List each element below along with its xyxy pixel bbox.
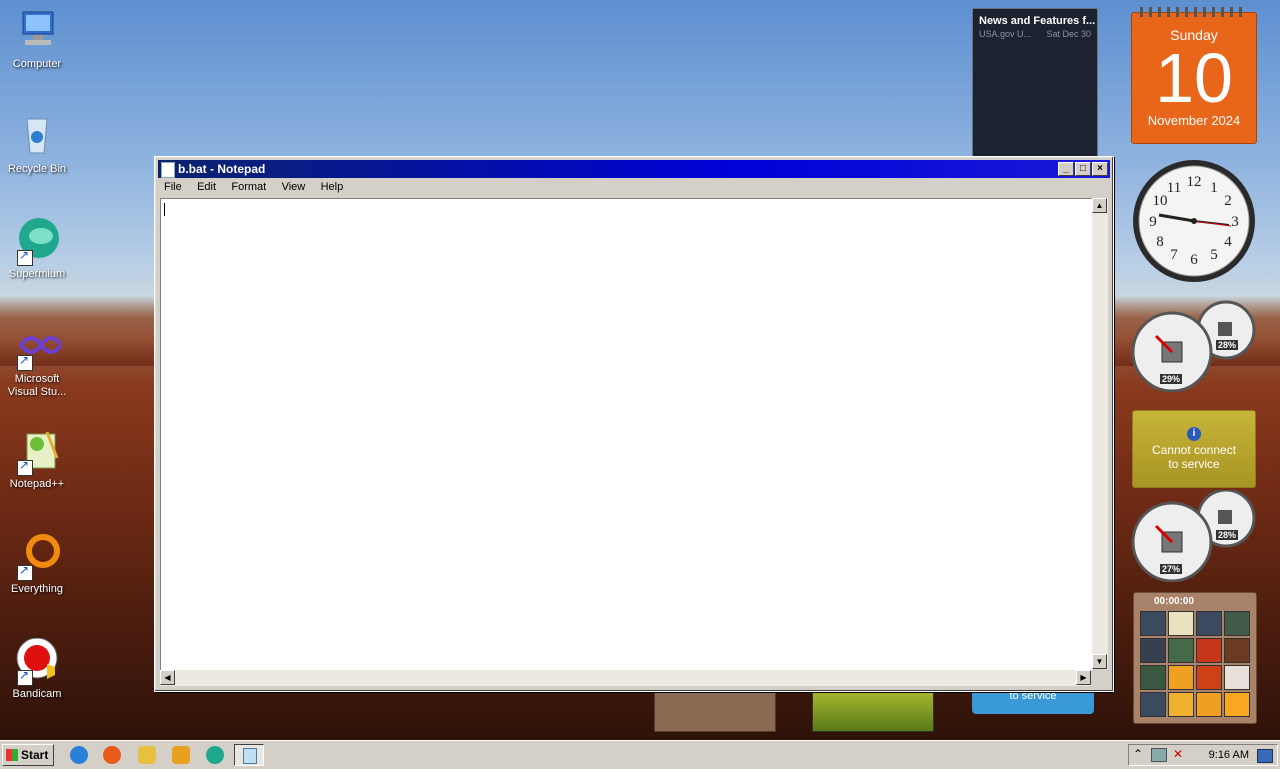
desktop-icon-visual-studio[interactable]: Microsoft Visual Stu...: [0, 323, 74, 399]
shortcut-arrow-icon: [17, 459, 33, 476]
taskbar: Start ⌃ ✕ 9:16 AM: [0, 740, 1280, 769]
desktop-icon-computer[interactable]: Computer: [0, 8, 74, 71]
network-icon[interactable]: [1151, 748, 1167, 762]
notepadpp-icon: [13, 428, 61, 476]
puzzle-timer: 00:00:00: [1154, 596, 1195, 607]
weather-status: Cannot connect to service: [1151, 443, 1237, 471]
scroll-up-button[interactable]: ▲: [1092, 198, 1107, 213]
text-caret: [164, 203, 165, 216]
notepad-window[interactable]: b.bat - Notepad _ □ × File Edit Format V…: [154, 156, 1114, 692]
svg-text:5: 5: [1210, 247, 1218, 263]
svg-text:12: 12: [1187, 174, 1202, 190]
svg-text:6: 6: [1190, 252, 1198, 268]
shortcut-arrow-icon: [17, 354, 33, 371]
notepad-icon: [243, 748, 257, 764]
calendar-date: 10: [1155, 39, 1233, 117]
minimize-button[interactable]: _: [1058, 162, 1074, 176]
windows-logo-icon: [6, 749, 18, 761]
bandicam-icon: [13, 637, 61, 686]
volume-muted-icon[interactable]: ✕: [1173, 747, 1183, 761]
horizontal-scrollbar[interactable]: ◀ ▶: [160, 670, 1091, 686]
chevron-up-icon[interactable]: ⌃: [1133, 747, 1143, 761]
maximize-button[interactable]: □: [1075, 162, 1091, 176]
supermium-taskbar-icon[interactable]: [206, 746, 224, 764]
vertical-scrollbar[interactable]: ▲ ▼: [1092, 198, 1108, 669]
svg-text:7: 7: [1170, 247, 1178, 263]
media-player-icon[interactable]: [172, 746, 190, 764]
shortcut-arrow-icon: [17, 564, 33, 581]
puzzle-gadget[interactable]: 00:00:00: [1133, 592, 1257, 724]
notepad-taskbar-button[interactable]: [234, 744, 264, 766]
menu-help[interactable]: Help: [315, 179, 350, 195]
menu-bar: File Edit Format View Help: [158, 179, 1110, 197]
svg-text:4: 4: [1224, 234, 1232, 250]
clock-face-icon: 12 12 345 678 91011: [1133, 160, 1255, 282]
clock-gadget[interactable]: 12 1 2 345 678 9 10 11: [1131, 158, 1257, 287]
shortcut-arrow-icon: [17, 669, 33, 686]
news-title[interactable]: News and Features f...: [973, 9, 1097, 27]
firefox-icon[interactable]: [103, 746, 121, 764]
calendar-gadget[interactable]: Sunday 10 November 2024: [1131, 7, 1257, 144]
start-button[interactable]: Start: [2, 744, 54, 766]
everything-icon: [13, 533, 61, 581]
resize-grip-icon[interactable]: [1092, 670, 1108, 686]
notepad-icon: [161, 162, 175, 178]
desktop: Computer Recycle Bin Supermium Microsoft…: [0, 0, 1280, 740]
weather-gadget[interactable]: i Cannot connect to service: [1132, 410, 1256, 488]
slideshow-gadget[interactable]: [654, 690, 776, 732]
visual-studio-icon: [13, 323, 64, 371]
menu-format[interactable]: Format: [225, 179, 272, 195]
cpu-percent: 27%: [1160, 564, 1183, 574]
title-bar[interactable]: b.bat - Notepad _ □ ×: [158, 160, 1110, 178]
window-title: b.bat - Notepad: [178, 162, 266, 176]
svg-text:3: 3: [1231, 214, 1239, 230]
cpu-percent: 29%: [1160, 374, 1183, 384]
scroll-down-button[interactable]: ▼: [1092, 654, 1107, 669]
supermium-icon: [13, 218, 61, 266]
svg-text:10: 10: [1153, 193, 1168, 209]
scroll-right-button[interactable]: ▶: [1076, 670, 1091, 685]
calendar-rings: [1140, 7, 1248, 17]
clock-time[interactable]: 9:16 AM: [1209, 749, 1249, 761]
cpu-meter-gadget-2[interactable]: 27% 28%: [1130, 488, 1256, 585]
picture-gadget[interactable]: [812, 690, 934, 732]
internet-explorer-icon[interactable]: [70, 746, 88, 764]
desktop-icon-notepadpp[interactable]: Notepad++: [0, 428, 74, 491]
desktop-icon-bandicam[interactable]: Bandicam: [0, 637, 74, 701]
svg-text:1: 1: [1210, 180, 1218, 196]
svg-text:9: 9: [1149, 214, 1157, 230]
news-gadget[interactable]: News and Features f... USA.gov U... Sat …: [972, 8, 1098, 158]
calendar-month-year: November 2024: [1147, 113, 1241, 128]
mem-percent: 28%: [1216, 530, 1239, 540]
shortcut-arrow-icon: [17, 249, 33, 266]
show-desktop-icon[interactable]: [1257, 749, 1273, 763]
desktop-icon-everything[interactable]: Everything: [0, 533, 74, 596]
system-tray: ⌃ ✕ 9:16 AM: [1128, 744, 1278, 766]
recycle-bin-icon: [13, 113, 61, 161]
cpu-meter-gadget[interactable]: 29% 28%: [1130, 300, 1256, 395]
weather-gadget-2[interactable]: to service: [972, 690, 1094, 714]
computer-icon: [13, 8, 61, 56]
puzzle-grid[interactable]: [1140, 611, 1250, 717]
explorer-folder-icon[interactable]: [138, 746, 156, 764]
menu-file[interactable]: File: [158, 179, 188, 195]
svg-text:8: 8: [1156, 234, 1164, 250]
desktop-icon-recycle-bin[interactable]: Recycle Bin: [0, 113, 74, 176]
text-editor[interactable]: [160, 198, 1093, 671]
scroll-left-button[interactable]: ◀: [160, 670, 175, 685]
menu-edit[interactable]: Edit: [191, 179, 222, 195]
menu-view[interactable]: View: [276, 179, 312, 195]
close-button[interactable]: ×: [1092, 162, 1108, 176]
news-source: USA.gov U...: [979, 29, 1032, 39]
mem-percent: 28%: [1216, 340, 1239, 350]
desktop-icon-supermium[interactable]: Supermium: [0, 218, 74, 281]
svg-text:2: 2: [1224, 193, 1232, 209]
news-date: Sat Dec 30: [1046, 29, 1091, 39]
info-icon: i: [1187, 427, 1201, 441]
svg-text:11: 11: [1167, 180, 1181, 196]
